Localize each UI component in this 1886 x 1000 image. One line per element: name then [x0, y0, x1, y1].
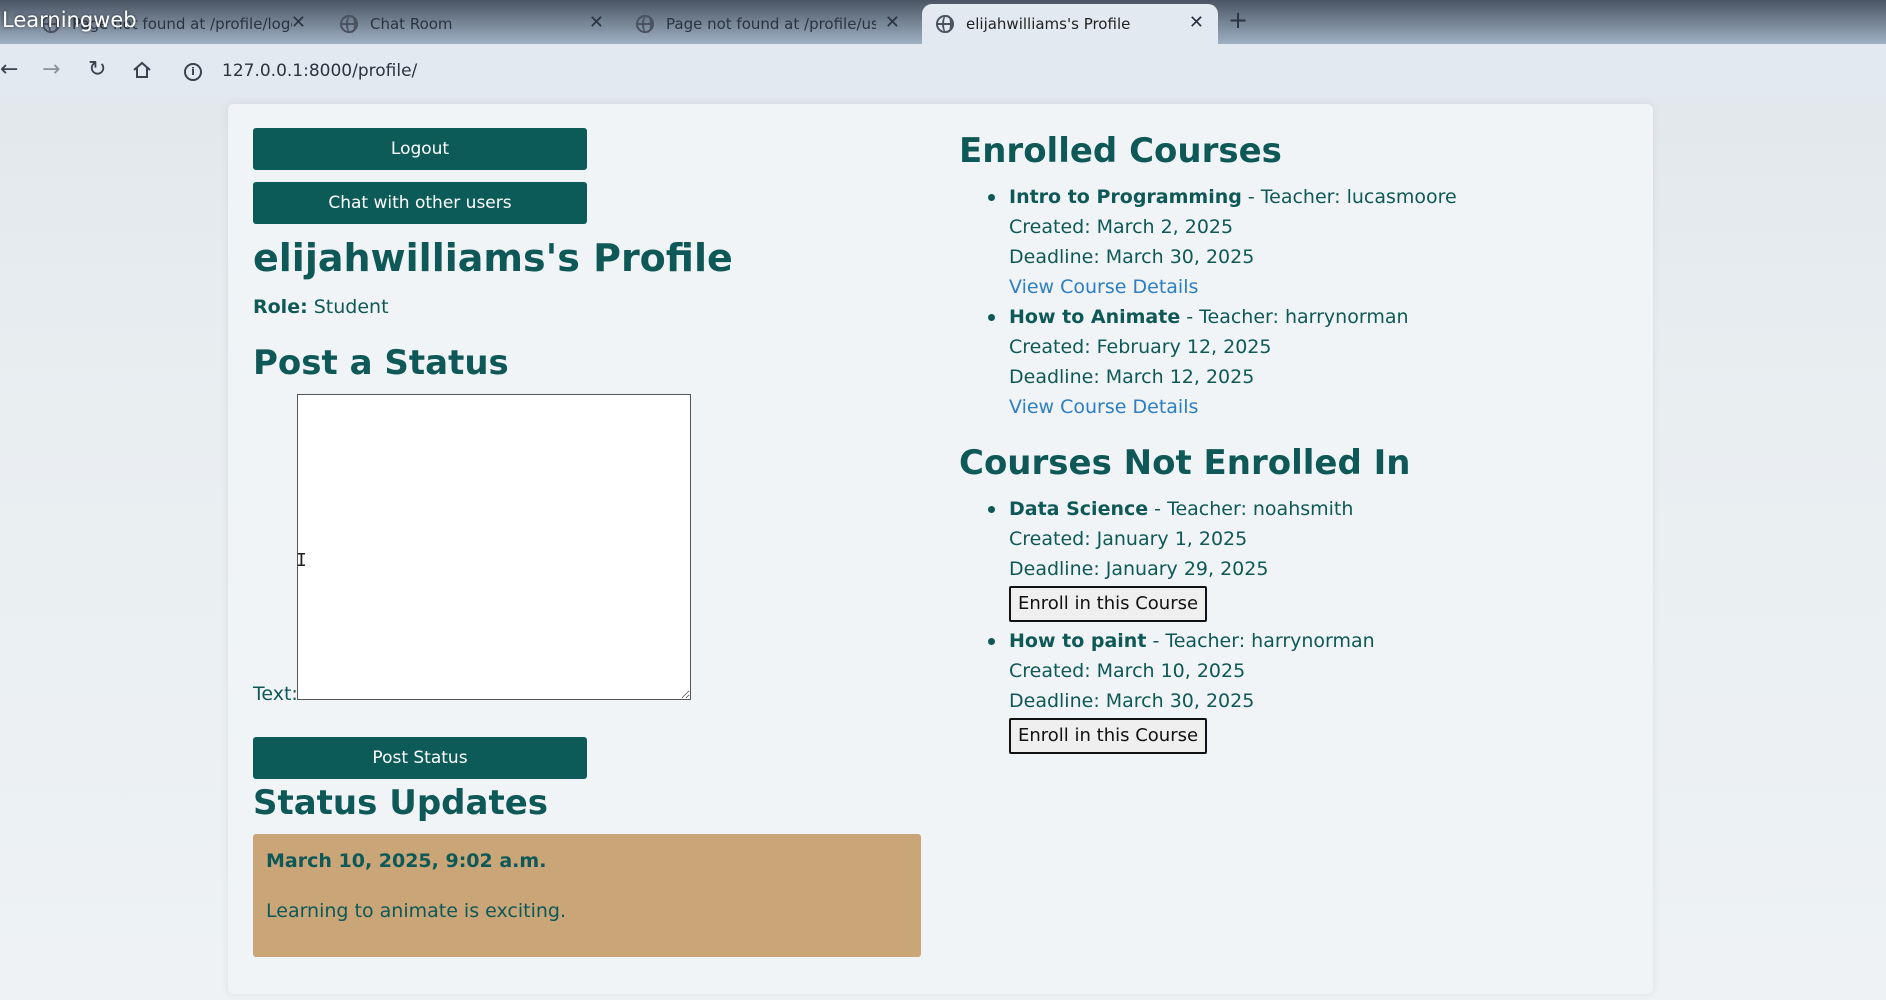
close-icon[interactable]: ✕: [885, 13, 900, 33]
reload-icon[interactable]: ↻: [88, 56, 106, 84]
tab-title: Chat Room: [370, 15, 453, 33]
list-item: Data Science - Teacher: noahsmith Create…: [988, 494, 1375, 626]
close-icon[interactable]: ✕: [589, 13, 604, 33]
view-course-details-link[interactable]: View Course Details: [1009, 392, 1457, 422]
enroll-course-button[interactable]: Enroll in this Course: [1009, 586, 1208, 622]
status-text: Learning to animate is exciting.: [266, 900, 567, 922]
new-tab-icon[interactable]: +: [1228, 6, 1248, 34]
site-info-icon[interactable]: i: [184, 63, 202, 81]
not-enrolled-course-list: Data Science - Teacher: noahsmith Create…: [988, 494, 1375, 758]
globe-icon: [636, 15, 654, 33]
status-text-label: Text:: [253, 683, 298, 705]
course-created: Created: February 12, 2025: [1009, 336, 1272, 358]
globe-icon: [936, 15, 954, 33]
enrolled-course-list: Intro to Programming - Teacher: lucasmoo…: [988, 182, 1457, 422]
list-item: Intro to Programming - Teacher: lucasmoo…: [988, 182, 1457, 302]
tab-title: Page not found at /profile/user: [666, 15, 876, 33]
forward-arrow-icon[interactable]: →: [42, 56, 60, 84]
text-cursor-icon: I: [296, 550, 307, 571]
close-icon[interactable]: ✕: [291, 13, 306, 33]
browser-tab-profile[interactable]: elijahwilliams's Profile ✕: [922, 4, 1218, 44]
address-bar-url[interactable]: 127.0.0.1:8000/profile/: [222, 61, 417, 81]
browser-tab-strip: Page not found at /profile/logo ✕ Chat R…: [0, 0, 1886, 44]
role-value: Student: [313, 296, 389, 318]
post-status-heading: Post a Status: [253, 343, 509, 383]
view-course-details-link[interactable]: View Course Details: [1009, 272, 1457, 302]
page-title: elijahwilliams's Profile: [253, 236, 733, 280]
browser-tab-page-not-found-user[interactable]: Page not found at /profile/user ✕: [622, 4, 914, 44]
enrolled-courses-heading: Enrolled Courses: [959, 131, 1282, 171]
course-teacher: - Teacher: harrynorman: [1146, 630, 1375, 652]
course-teacher: - Teacher: noahsmith: [1148, 498, 1354, 520]
course-name: How to Animate: [1009, 306, 1181, 328]
course-created: Created: January 1, 2025: [1009, 528, 1248, 550]
role-line: Role: Student: [253, 296, 389, 318]
course-deadline: Deadline: January 29, 2025: [1009, 558, 1269, 580]
status-text-input[interactable]: [297, 394, 691, 700]
course-created: Created: March 2, 2025: [1009, 216, 1234, 238]
course-teacher: - Teacher: harrynorman: [1180, 306, 1409, 328]
browser-toolbar: ← → ↻ i 127.0.0.1:8000/profile/: [0, 44, 1886, 97]
list-item: How to Animate - Teacher: harrynorman Cr…: [988, 302, 1457, 422]
course-deadline: Deadline: March 30, 2025: [1009, 246, 1255, 268]
course-deadline: Deadline: March 12, 2025: [1009, 366, 1255, 388]
status-update-item: March 10, 2025, 9:02 a.m. Learning to an…: [253, 834, 921, 957]
course-name: Data Science: [1009, 498, 1149, 520]
status-updates-heading: Status Updates: [253, 783, 548, 823]
globe-icon: [340, 15, 358, 33]
tab-title: elijahwilliams's Profile: [966, 15, 1131, 33]
not-enrolled-courses-heading: Courses Not Enrolled In: [959, 443, 1411, 483]
enroll-course-button[interactable]: Enroll in this Course: [1009, 718, 1208, 754]
back-arrow-icon[interactable]: ←: [0, 56, 18, 84]
list-item: How to paint - Teacher: harrynorman Crea…: [988, 626, 1375, 758]
chat-with-users-button[interactable]: Chat with other users: [253, 182, 587, 224]
course-deadline: Deadline: March 30, 2025: [1009, 690, 1255, 712]
close-icon[interactable]: ✕: [1189, 13, 1204, 33]
post-status-button[interactable]: Post Status: [253, 737, 587, 779]
browser-tab-chat-room[interactable]: Chat Room ✕: [326, 4, 618, 44]
home-icon[interactable]: [132, 60, 152, 80]
status-date: March 10, 2025, 9:02 a.m.: [266, 850, 547, 872]
logout-button[interactable]: Logout: [253, 128, 587, 170]
course-teacher: - Teacher: lucasmoore: [1241, 186, 1457, 208]
course-created: Created: March 10, 2025: [1009, 660, 1246, 682]
video-overlay-title: Learningweb: [2, 8, 137, 32]
role-label: Role:: [253, 296, 308, 318]
course-name: Intro to Programming: [1009, 186, 1242, 208]
course-name: How to paint: [1009, 630, 1147, 652]
